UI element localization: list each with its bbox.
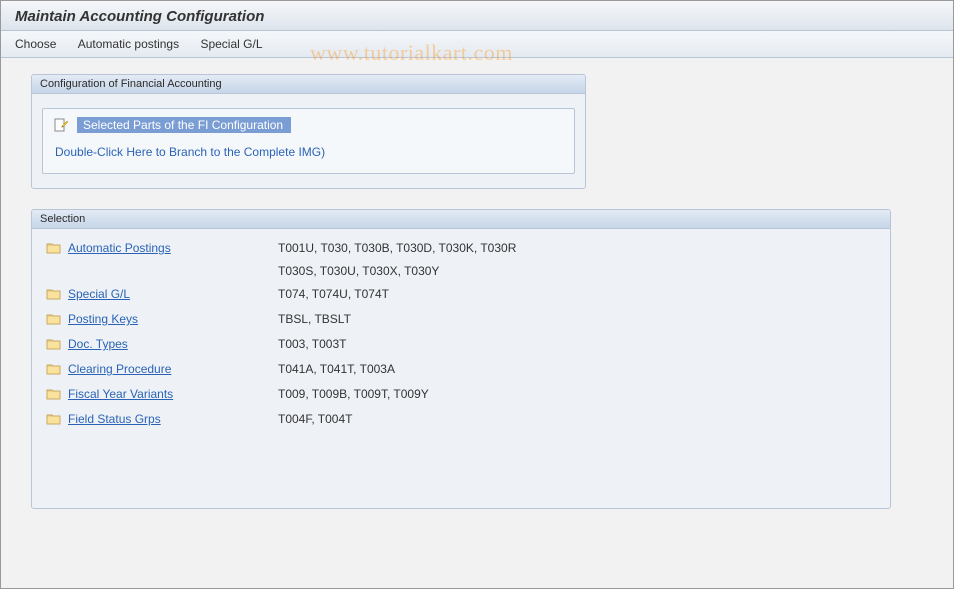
folder-icon — [46, 240, 62, 256]
selection-row-automatic-postings: Automatic Postings T001U, T030, T030B, T… — [46, 239, 876, 257]
special-gl-button[interactable]: Special G/L — [200, 37, 262, 51]
folder-icon — [46, 286, 62, 302]
selection-tables: T001U, T030, T030B, T030D, T030K, T030R — [278, 239, 516, 257]
selection-link[interactable]: Doc. Types — [68, 335, 278, 353]
selection-row-special-gl: Special G/L T074, T074U, T074T — [46, 285, 876, 303]
selection-link[interactable]: Field Status Grps — [68, 410, 278, 428]
selection-groupbox-header: Selection — [32, 210, 890, 229]
selection-link[interactable]: Posting Keys — [68, 310, 278, 328]
selection-tables-cont: T030S, T030U, T030X, T030Y — [278, 264, 876, 278]
config-inner-panel: Selected Parts of the FI Configuration D… — [42, 108, 575, 174]
selection-tables: T003, T003T — [278, 335, 346, 353]
branch-to-img-link[interactable]: Double-Click Here to Branch to the Compl… — [53, 145, 564, 159]
automatic-postings-button[interactable]: Automatic postings — [78, 37, 179, 51]
config-groupbox: Configuration of Financial Accounting Se… — [31, 74, 586, 189]
choose-button[interactable]: Choose — [15, 37, 56, 51]
selection-row-doc-types: Doc. Types T003, T003T — [46, 335, 876, 353]
selection-tables: T041A, T041T, T003A — [278, 360, 395, 378]
selection-tables: T074, T074U, T074T — [278, 285, 389, 303]
app-window: Maintain Accounting Configuration Choose… — [0, 0, 954, 589]
title-bar: Maintain Accounting Configuration — [1, 1, 953, 31]
selection-link[interactable]: Automatic Postings — [68, 239, 278, 257]
folder-icon — [46, 311, 62, 327]
folder-icon — [46, 336, 62, 352]
selection-row-clearing-procedure: Clearing Procedure T041A, T041T, T003A — [46, 360, 876, 378]
selected-parts-label: Selected Parts of the FI Configuration — [77, 117, 291, 133]
folder-icon — [46, 386, 62, 402]
app-toolbar: Choose Automatic postings Special G/L — [1, 31, 953, 58]
selection-body: Automatic Postings T001U, T030, T030B, T… — [32, 229, 890, 445]
folder-icon — [46, 411, 62, 427]
selection-row-posting-keys: Posting Keys TBSL, TBSLT — [46, 310, 876, 328]
selection-groupbox: Selection Automatic Postings T001U, T030… — [31, 209, 891, 509]
content-area: Configuration of Financial Accounting Se… — [1, 58, 953, 539]
page-title: Maintain Accounting Configuration — [15, 8, 939, 25]
selection-tables: T009, T009B, T009T, T009Y — [278, 385, 429, 403]
selection-tables: TBSL, TBSLT — [278, 310, 351, 328]
selection-link[interactable]: Special G/L — [68, 285, 278, 303]
selection-row-fiscal-year-variants: Fiscal Year Variants T009, T009B, T009T,… — [46, 385, 876, 403]
selection-row-field-status-grps: Field Status Grps T004F, T004T — [46, 410, 876, 428]
folder-icon — [46, 361, 62, 377]
config-groupbox-header: Configuration of Financial Accounting — [32, 75, 585, 94]
edit-document-icon[interactable] — [53, 117, 69, 133]
selection-link[interactable]: Clearing Procedure — [68, 360, 278, 378]
selection-link[interactable]: Fiscal Year Variants — [68, 385, 278, 403]
selected-parts-row: Selected Parts of the FI Configuration — [53, 117, 564, 133]
selection-tables: T004F, T004T — [278, 410, 352, 428]
